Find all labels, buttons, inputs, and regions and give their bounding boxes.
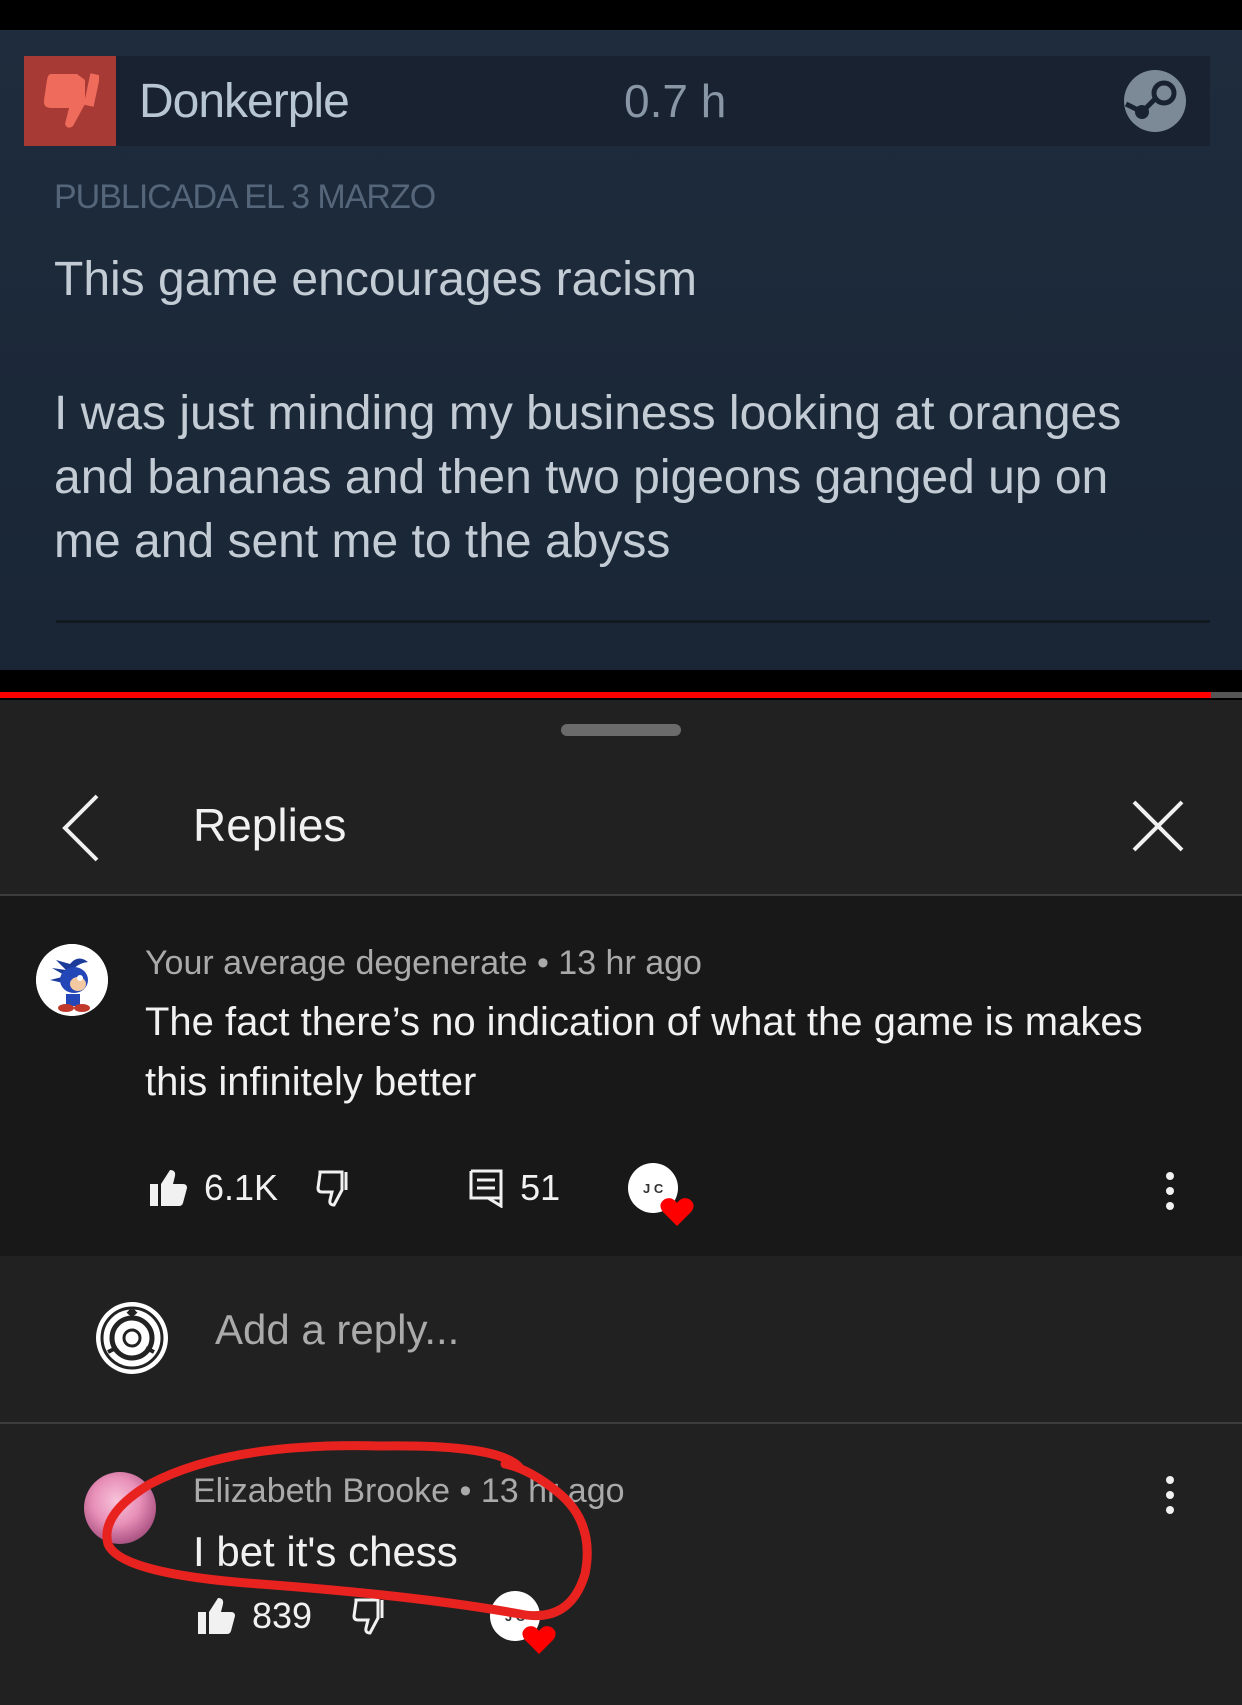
comment-text: I bet it's chess: [193, 1528, 458, 1575]
heart-icon: [660, 1198, 694, 1226]
reply-composer: [0, 1256, 1242, 1422]
sheet-title: Replies: [193, 799, 347, 851]
avatar: [96, 1302, 168, 1374]
comment-text: The fact there’s no indication of what t…: [145, 1000, 1143, 1104]
drag-handle[interactable]: [561, 724, 681, 736]
video-progress-fill: [0, 692, 1211, 698]
thumbs-down-icon[interactable]: [352, 1596, 392, 1636]
reply-icon[interactable]: [468, 1168, 504, 1208]
like-count: 6.1K: [204, 1167, 279, 1208]
comment-actions: 6.1K 51 J C: [148, 1158, 694, 1226]
review-header: Donkerple 0.7 h: [24, 56, 1210, 146]
thumbs-up-icon[interactable]: [196, 1596, 236, 1636]
creator-initials: J C: [642, 1180, 664, 1196]
thumbs-down-icon[interactable]: [316, 1168, 356, 1208]
heart-icon: [522, 1626, 556, 1654]
play-hours: 0.7 h: [624, 75, 727, 127]
close-button[interactable]: [1128, 796, 1188, 856]
creator-initials: J C: [504, 1608, 526, 1624]
video-progress-bar[interactable]: [0, 692, 1242, 698]
close-icon: [1132, 800, 1184, 852]
creator-heart-badge: J C: [628, 1163, 694, 1226]
back-button[interactable]: [55, 790, 115, 866]
more-options-button[interactable]: [1155, 1166, 1185, 1216]
more-options-button[interactable]: [1155, 1470, 1185, 1520]
review-body: I was just minding my business looking a…: [54, 387, 1122, 568]
like-count: 839: [252, 1595, 313, 1636]
thumbs-up-icon[interactable]: [148, 1168, 188, 1208]
steam-icon: [1122, 68, 1188, 139]
steam-review-card: Donkerple 0.7 h PUBLICADA EL 3 MARZO Thi…: [0, 30, 1242, 670]
comment-meta: Elizabeth Brooke • 13 hr ago: [193, 1472, 625, 1510]
avatar[interactable]: [84, 1472, 156, 1544]
avatar[interactable]: [36, 944, 108, 1016]
thumbs-down-icon: [24, 56, 116, 146]
chevron-left-icon: [62, 794, 99, 862]
comment-meta: Your average degenerate • 13 hr ago: [145, 944, 702, 982]
reply-count: 51: [520, 1167, 561, 1208]
scp-logo-icon: [100, 1306, 164, 1370]
review-divider: [56, 620, 1210, 623]
reply-input[interactable]: [215, 1306, 1015, 1354]
comment-actions: 839 J C: [196, 1586, 556, 1654]
replies-sheet: Replies Your average degenerate • 13 hr …: [0, 700, 1242, 1705]
video-frame[interactable]: Donkerple 0.7 h PUBLICADA EL 3 MARZO Thi…: [0, 0, 1242, 700]
reply-comment: Elizabeth Brooke • 13 hr ago I bet it's …: [0, 1424, 1242, 1705]
review-headline: This game encourages racism: [54, 253, 697, 306]
posted-date: PUBLICADA EL 3 MARZO: [54, 178, 436, 216]
reviewer-name: Donkerple: [139, 75, 350, 128]
creator-heart-badge: J C: [490, 1591, 556, 1654]
parent-comment: Your average degenerate • 13 hr ago The …: [0, 896, 1242, 1256]
